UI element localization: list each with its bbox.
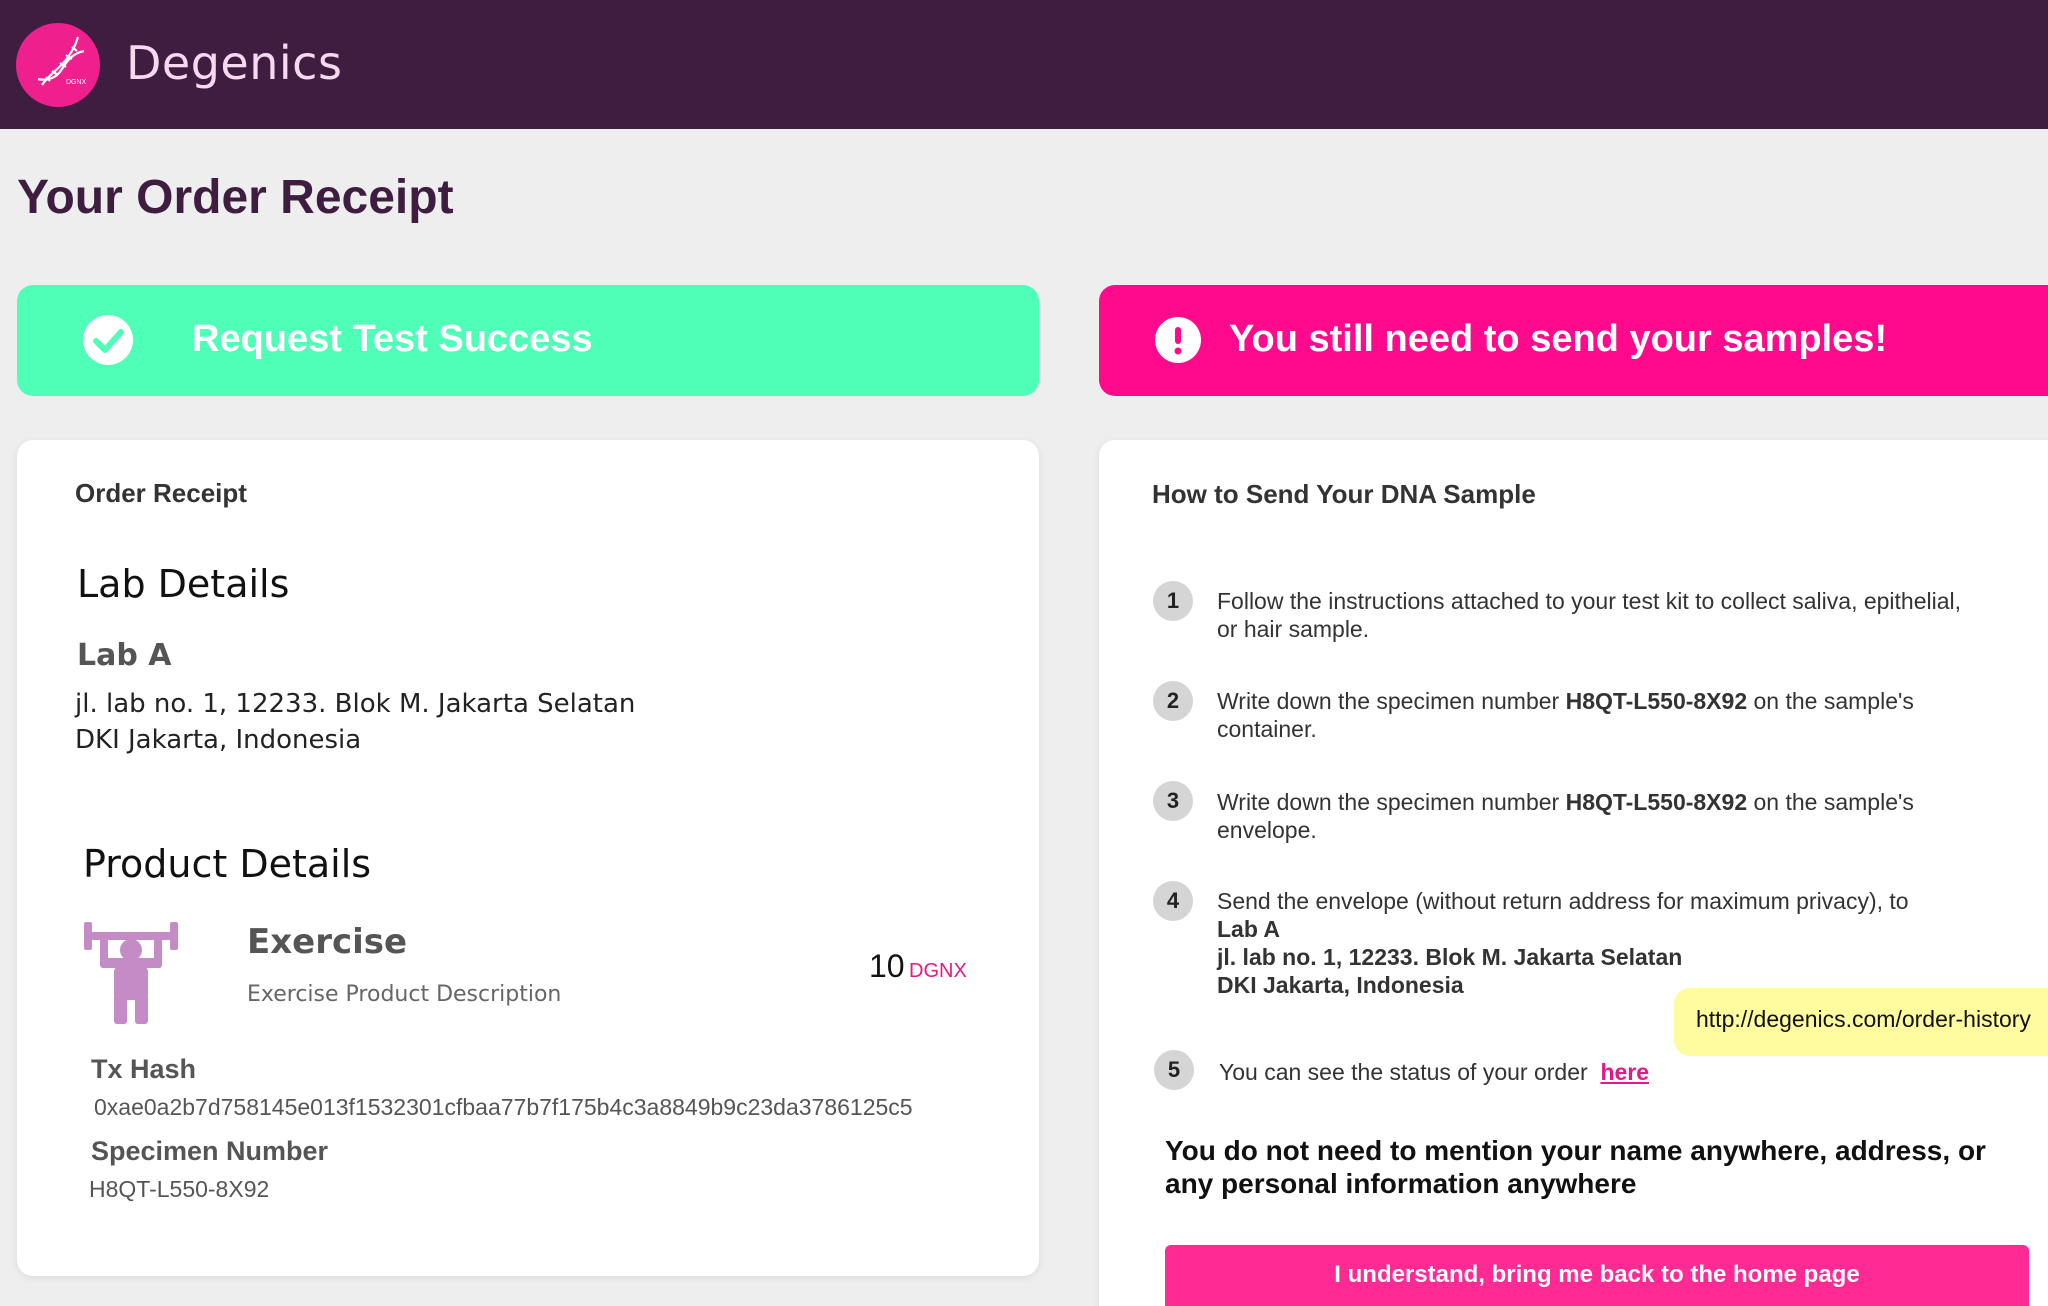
success-banner: Request Test Success: [17, 285, 1039, 396]
product-details-heading: Product Details: [83, 842, 372, 886]
product-description: Exercise Product Description: [247, 982, 562, 1007]
specimen-number: H8QT-L550-8X92: [1565, 789, 1748, 815]
step-text-line: envelope.: [1217, 817, 1317, 843]
back-to-home-button[interactable]: I understand, bring me back to the home …: [1165, 1245, 2029, 1306]
step-text-line: on the sample's: [1747, 688, 1914, 714]
lab-details-heading: Lab Details: [77, 562, 290, 606]
product-name: Exercise: [247, 922, 408, 962]
weightlifting-icon: [84, 918, 178, 1029]
step-text-line: container.: [1217, 716, 1317, 742]
step-lab-name: Lab A: [1217, 916, 1281, 942]
step-text-line: or hair sample.: [1217, 616, 1370, 642]
privacy-note: You do not need to mention your name any…: [1165, 1135, 1986, 1199]
logo-text: DGNX: [66, 79, 87, 86]
step-5-text: You can see the status of your order her…: [1219, 1058, 1649, 1086]
tx-hash-value: 0xae0a2b7d758145e013f1532301cfbaa77b7f17…: [94, 1094, 913, 1120]
exclamation-circle-icon: [1155, 317, 1201, 373]
product-price: 10 DGNX: [869, 948, 967, 985]
order-status-link[interactable]: here: [1600, 1059, 1649, 1085]
step-text-line: Write down the specimen number: [1217, 789, 1566, 815]
order-receipt-card: Order Receipt Lab Details Lab A jl. lab …: [17, 440, 1039, 1276]
step-number: 5: [1154, 1050, 1194, 1090]
step-number: 4: [1153, 881, 1193, 921]
step-3-text: Write down the specimen number H8QT-L550…: [1217, 788, 1914, 844]
check-circle-icon: [83, 315, 133, 375]
specimen-number-value: H8QT-L550-8X92: [89, 1176, 270, 1202]
step-lab-address-line2: DKI Jakarta, Indonesia: [1217, 972, 1464, 998]
success-banner-text: Request Test Success: [192, 318, 593, 360]
step-number: 1: [1153, 581, 1193, 621]
step-number: 3: [1153, 781, 1193, 821]
warning-banner: You still need to send your samples!: [1099, 285, 2048, 396]
dna-logo-icon[interactable]: DGNX: [16, 23, 100, 107]
price-unit: DGNX: [909, 960, 967, 982]
specimen-number-label: Specimen Number: [91, 1136, 329, 1166]
step-lab-address-line1: jl. lab no. 1, 12233. Blok M. Jakarta Se…: [1217, 944, 1683, 970]
step-text-line: You can see the status of your order: [1219, 1059, 1588, 1085]
step-1-text: Follow the instructions attached to your…: [1217, 587, 1961, 643]
page-title: Your Order Receipt: [17, 171, 454, 224]
specimen-number: H8QT-L550-8X92: [1565, 688, 1748, 714]
instructions-title: How to Send Your DNA Sample: [1152, 479, 1536, 509]
lab-address-line1: jl. lab no. 1, 12233. Blok M. Jakarta Se…: [75, 689, 636, 719]
brand-name[interactable]: Degenics: [126, 36, 342, 90]
tx-hash-label: Tx Hash: [91, 1054, 197, 1084]
tooltip-url: http://degenics.com/order-history: [1696, 1006, 2031, 1032]
step-number: 2: [1153, 681, 1193, 721]
lab-name: Lab A: [77, 638, 172, 673]
warning-banner-text: You still need to send your samples!: [1229, 318, 1888, 360]
step-text-line: Follow the instructions attached to your…: [1217, 588, 1962, 614]
step-2-text: Write down the specimen number H8QT-L550…: [1217, 687, 1914, 743]
step-text-line: Send the envelope (without return addres…: [1217, 888, 1909, 914]
lab-address-line2: DKI Jakarta, Indonesia: [75, 725, 362, 755]
step-4-text: Send the envelope (without return addres…: [1217, 887, 1909, 999]
order-receipt-title: Order Receipt: [75, 478, 247, 508]
step-text-line: on the sample's: [1747, 789, 1914, 815]
price-value: 10: [869, 948, 905, 984]
step-text-line: Write down the specimen number: [1217, 688, 1566, 714]
order-history-url-tooltip: http://degenics.com/order-history: [1674, 988, 2048, 1056]
top-navbar: DGNX Degenics: [0, 0, 2048, 129]
